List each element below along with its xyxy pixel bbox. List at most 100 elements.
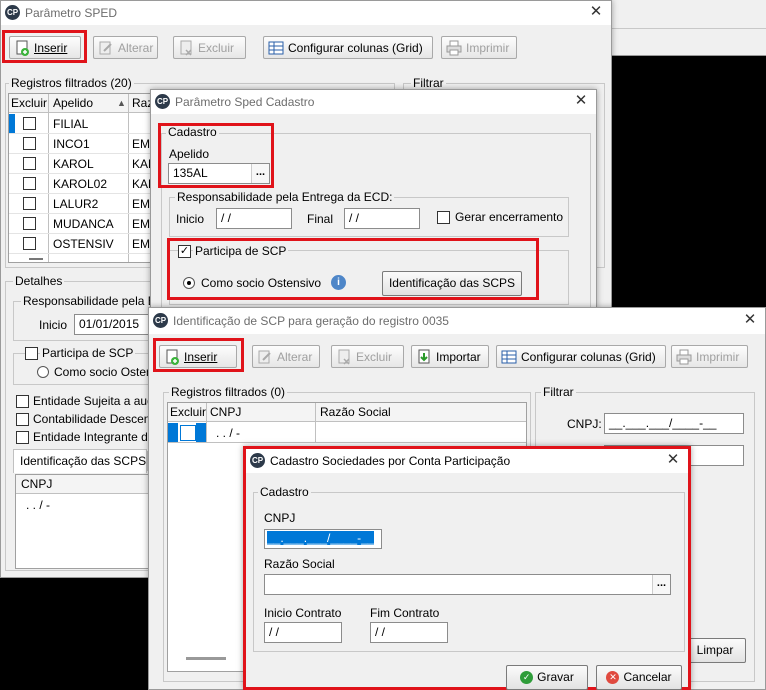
header-excluir[interactable]: Excluir <box>11 96 47 110</box>
info-icon[interactable]: i <box>331 275 346 290</box>
apelido-label: Apelido <box>169 147 210 161</box>
final-field[interactable]: / / <box>344 208 420 229</box>
check-circle-icon: ✓ <box>520 671 534 685</box>
imprimir-label: Imprimir <box>466 40 510 55</box>
close-icon[interactable]: ✕ <box>741 311 759 329</box>
imprimir-button[interactable]: Imprimir <box>441 36 517 59</box>
edit-icon <box>257 349 273 365</box>
table-row[interactable]: INCO1 EMI <box>9 134 153 154</box>
apelido-field[interactable]: 135AL ... <box>168 163 270 184</box>
cancel-circle-icon: ✕ <box>606 671 620 685</box>
inserir-label: Inserir <box>184 349 218 364</box>
inicio-field[interactable]: / / <box>216 208 292 229</box>
configurar-colunas-button[interactable]: Configurar colunas (Grid) <box>263 36 433 59</box>
entidade-integrante-label: Entidade Integrante de <box>33 430 155 444</box>
como-socio-radio[interactable] <box>37 366 49 378</box>
entidade-sujeita-checkbox[interactable] <box>16 395 29 408</box>
document-add-icon <box>14 40 30 56</box>
excluir-checkbox[interactable] <box>23 177 36 190</box>
scps-grid: CNPJ . . / - <box>15 474 155 569</box>
document-add-icon <box>164 349 180 365</box>
row-apelido: OSTENSIV <box>53 237 114 251</box>
contabilidade-checkbox[interactable] <box>16 413 29 426</box>
identificacao-scps-button[interactable]: Identificação das SCPS <box>382 271 522 296</box>
window-title: Cadastro Sociedades por Conta Participaç… <box>270 454 511 468</box>
row-apelido: KAROL02 <box>53 177 108 191</box>
gravar-button[interactable]: ✓ Gravar <box>506 665 588 690</box>
inicio-field[interactable]: 01/01/2015 <box>74 314 150 335</box>
excluir-label: Excluir <box>356 349 393 364</box>
info-icon-glyph: i <box>337 277 340 288</box>
window-title: Parâmetro Sped Cadastro <box>175 95 315 109</box>
alterar-button[interactable]: Alterar <box>252 345 320 368</box>
apelido-lookup-button[interactable]: ... <box>251 164 269 183</box>
excluir-checkbox[interactable] <box>23 137 36 150</box>
inserir-button[interactable]: Inserir <box>159 345 237 368</box>
table-row[interactable]: . . / - <box>16 495 154 515</box>
fim-contrato-field[interactable]: / / <box>370 622 448 643</box>
importar-button[interactable]: Importar <box>411 345 489 368</box>
close-icon[interactable]: ✕ <box>587 3 605 21</box>
table-row[interactable]: OSTENSIV EMI <box>9 234 153 254</box>
excluir-checkbox[interactable] <box>23 237 36 250</box>
excluir-checkbox[interactable] <box>23 197 36 210</box>
horizontal-scrollbar-thumb[interactable] <box>186 657 226 660</box>
close-icon[interactable]: ✕ <box>664 451 682 469</box>
como-socio-radio[interactable] <box>183 277 195 289</box>
close-icon[interactable]: ✕ <box>572 92 590 110</box>
entidade-sujeita-label: Entidade Sujeita a audi <box>33 394 157 408</box>
table-row[interactable]: FILIAL <box>9 114 153 134</box>
cadastro-sociedades-window: CP Cadastro Sociedades por Conta Partici… <box>243 446 691 690</box>
header-cnpj[interactable]: CNPJ <box>210 405 241 419</box>
cnpj-field[interactable]: __.___.___/____-__ <box>264 529 382 549</box>
excluir-checkbox[interactable] <box>23 117 36 130</box>
excluir-checkbox[interactable] <box>180 425 196 441</box>
header-apelido[interactable]: Apelido <box>53 96 93 110</box>
title-bar: CP Identificação de SCP para geração do … <box>149 308 765 334</box>
app-logo-icon: CP <box>250 453 265 468</box>
inicio-contrato-label: Inicio Contrato <box>264 606 342 620</box>
razao-lookup-button[interactable]: ... <box>652 575 670 594</box>
importar-label: Importar <box>436 349 481 364</box>
imprimir-button[interactable]: Imprimir <box>671 345 748 368</box>
app-logo-icon: CP <box>5 5 20 20</box>
parametro-sped-cadastro-window: CP Parâmetro Sped Cadastro ✕ Cadastro Ap… <box>150 89 597 313</box>
registros-grid: Excluir Apelido ▲ Razã FILIAL INCO1EMI K… <box>8 93 154 263</box>
inserir-button[interactable]: Inserir <box>9 36 81 59</box>
table-row[interactable]: LALUR2 EMI <box>9 194 153 214</box>
header-razao-social[interactable]: Razão Social <box>320 405 391 419</box>
cnpj-value: __.___.___/____-__ <box>267 531 375 545</box>
cnpj-filter-field[interactable]: __.___.___/____-__ <box>604 413 744 434</box>
delete-icon <box>336 349 352 365</box>
header-excluir[interactable]: Excluir <box>170 405 206 419</box>
inicio-contrato-field[interactable]: / / <box>264 622 342 643</box>
excluir-label: Excluir <box>198 40 235 55</box>
table-row[interactable]: KAROLKAR <box>9 154 153 174</box>
excluir-button[interactable]: Excluir <box>173 36 246 59</box>
entidade-integrante-checkbox[interactable] <box>16 431 29 444</box>
header-cnpj[interactable]: CNPJ <box>21 477 52 491</box>
excluir-checkbox[interactable] <box>23 217 36 230</box>
gravar-label: Gravar <box>537 670 574 684</box>
excluir-button[interactable]: Excluir <box>331 345 404 368</box>
configurar-colunas-button[interactable]: Configurar colunas (Grid) <box>496 345 666 368</box>
title-bar: CP Parâmetro Sped Cadastro ✕ <box>151 90 596 114</box>
participa-checkbox[interactable]: ✓ <box>178 245 191 258</box>
filtrar-label: Filtrar <box>411 76 446 90</box>
row-selected-marker <box>9 114 15 133</box>
final-label: Final <box>307 212 334 226</box>
gerar-encerramento-checkbox[interactable] <box>437 211 450 224</box>
cancelar-button[interactable]: ✕ Cancelar <box>596 665 682 690</box>
excluir-checkbox[interactable] <box>23 157 36 170</box>
table-row[interactable]: MUDANCA EMI <box>9 214 153 234</box>
window-title: Parâmetro SPED <box>25 6 118 20</box>
table-row[interactable]: . . / - <box>168 423 526 443</box>
participa-checkbox[interactable] <box>25 347 38 360</box>
razao-social-label: Razão Social <box>264 557 335 571</box>
razao-social-field[interactable]: ... <box>264 574 671 595</box>
table-row[interactable]: KAROL02KAR <box>9 174 153 194</box>
horizontal-scrollbar-thumb[interactable] <box>29 258 43 260</box>
alterar-button[interactable]: Alterar <box>93 36 158 59</box>
limpar-button[interactable]: Limpar <box>684 638 746 663</box>
sort-ascending-icon: ▲ <box>117 98 126 108</box>
